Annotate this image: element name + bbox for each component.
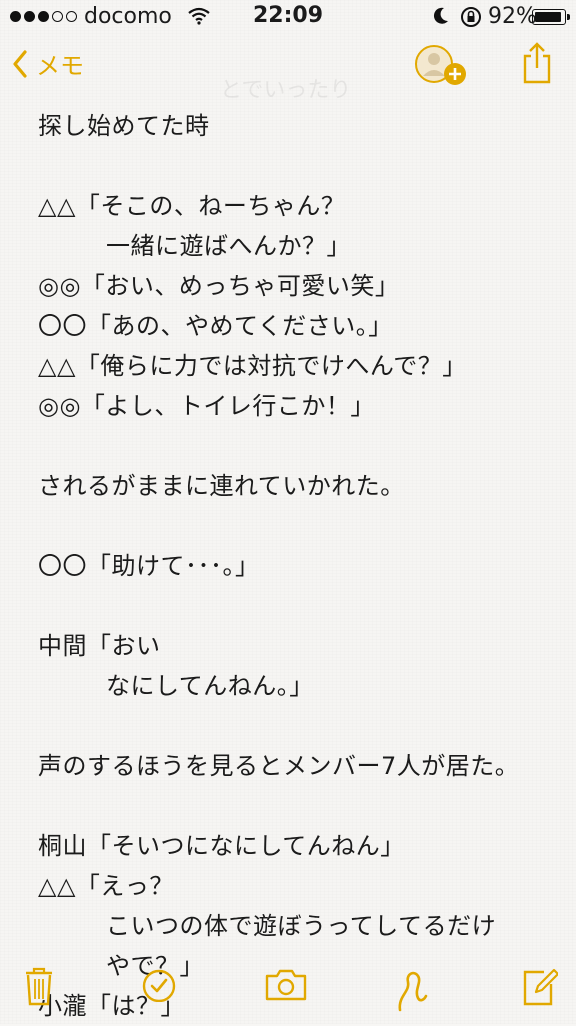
note-body[interactable]: 探し始めてた時 △△「そこの、ねーちゃん？ 一緒に遊ばへんか？」 ◎◎「おい、めっちゃ… — [38, 106, 558, 1026]
note-line: されるがままに連れていかれた。 — [38, 472, 405, 500]
note-blank-line — [38, 786, 558, 826]
note-line: 探し始めてた時 — [38, 112, 210, 140]
share-icon — [523, 42, 551, 84]
status-bar: docomo 22:09 92% — [0, 0, 576, 34]
note-line: △△「えっ？ — [38, 872, 174, 900]
note-blank-line — [38, 146, 558, 186]
sketch-button[interactable] — [396, 966, 430, 1018]
note-line: 中間「おい — [38, 632, 161, 660]
battery-percent: 92% — [488, 4, 537, 29]
add-people-button[interactable] — [414, 44, 470, 92]
sketch-icon — [398, 971, 428, 1012]
checklist-button[interactable] — [142, 966, 176, 1006]
note-blank-line — [38, 426, 558, 466]
compose-button[interactable] — [522, 966, 560, 1010]
navigation-bar: メモ とでいったり — [0, 40, 576, 103]
bottom-toolbar — [0, 962, 576, 1024]
rotation-lock-icon — [460, 6, 482, 34]
camera-button[interactable] — [264, 966, 308, 1006]
note-line: △△「そこの、ねーちゃん？ — [38, 192, 346, 220]
note-line: こいつの体で遊ぼうってしてるだけ — [106, 912, 497, 940]
back-button[interactable]: メモ — [12, 46, 84, 81]
delete-button[interactable] — [24, 966, 54, 1010]
battery-icon — [532, 9, 570, 25]
note-line: 桐山「そいつになにしてんねん」 — [38, 832, 405, 860]
do-not-disturb-icon — [432, 6, 450, 32]
trash-icon — [26, 967, 52, 1006]
note-blank-line — [38, 506, 558, 546]
camera-icon — [265, 969, 307, 1001]
note-line: △△「俺らに力では対抗でけへんで？」 — [38, 352, 467, 380]
note-blank-line — [38, 706, 558, 746]
chevron-left-icon — [13, 49, 27, 78]
compose-icon — [523, 968, 560, 1006]
add-person-icon — [415, 45, 466, 85]
share-button[interactable] — [522, 40, 552, 88]
note-line: ◎◎「おい、めっちゃ可愛い笑」 — [38, 272, 400, 300]
note-line: なにしてんねん。」 — [106, 672, 314, 700]
note-line: 声のするほうを見るとメンバー7人が居た。 — [38, 752, 520, 780]
scrolled-under-text: とでいったり — [220, 78, 352, 103]
back-button-label: メモ — [36, 52, 84, 80]
note-line: ◎◎「よし、トイレ行こか！」 — [38, 392, 375, 420]
note-line: 〇〇「助けて･･･。」 — [38, 552, 260, 580]
checklist-icon — [142, 969, 176, 1003]
note-line: 一緒に遊ばへんか？」 — [106, 232, 351, 260]
note-blank-line — [38, 586, 558, 626]
note-line: 〇〇「あの、やめてください。」 — [38, 312, 393, 340]
